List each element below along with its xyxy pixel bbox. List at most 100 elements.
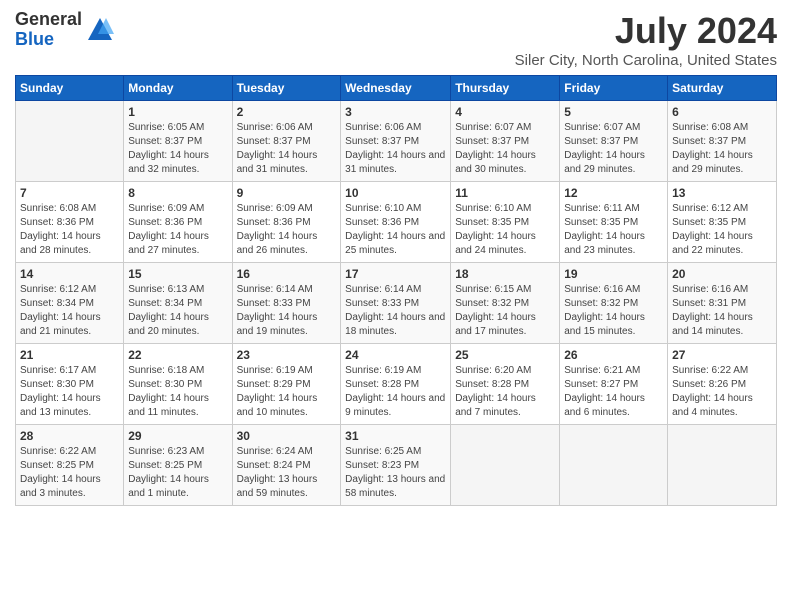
day-number: 23 <box>237 348 337 362</box>
day-number: 8 <box>128 186 227 200</box>
day-number: 14 <box>20 267 119 281</box>
day-number: 26 <box>564 348 663 362</box>
day-info: Sunrise: 6:20 AMSunset: 8:28 PMDaylight:… <box>455 365 536 418</box>
cell-w1-d6: 13 Sunrise: 6:12 AMSunset: 8:35 PMDaylig… <box>668 182 777 263</box>
day-number: 22 <box>128 348 227 362</box>
day-number: 31 <box>345 429 446 443</box>
cell-w1-d4: 11 Sunrise: 6:10 AMSunset: 8:35 PMDaylig… <box>451 182 560 263</box>
day-number: 19 <box>564 267 663 281</box>
header-saturday: Saturday <box>668 76 777 101</box>
day-info: Sunrise: 6:06 AMSunset: 8:37 PMDaylight:… <box>345 122 445 175</box>
day-info: Sunrise: 6:16 AMSunset: 8:31 PMDaylight:… <box>672 284 753 337</box>
day-info: Sunrise: 6:25 AMSunset: 8:23 PMDaylight:… <box>345 446 445 499</box>
logo: General Blue <box>15 10 114 50</box>
day-number: 3 <box>345 105 446 119</box>
day-number: 10 <box>345 186 446 200</box>
header-wednesday: Wednesday <box>341 76 451 101</box>
day-info: Sunrise: 6:21 AMSunset: 8:27 PMDaylight:… <box>564 365 645 418</box>
cell-w4-d6 <box>668 425 777 506</box>
day-number: 4 <box>455 105 555 119</box>
day-number: 13 <box>672 186 772 200</box>
week-row-2: 14 Sunrise: 6:12 AMSunset: 8:34 PMDaylig… <box>16 263 777 344</box>
cell-w4-d4 <box>451 425 560 506</box>
header-monday: Monday <box>124 76 232 101</box>
day-info: Sunrise: 6:23 AMSunset: 8:25 PMDaylight:… <box>128 446 209 499</box>
day-info: Sunrise: 6:08 AMSunset: 8:37 PMDaylight:… <box>672 122 753 175</box>
cell-w4-d3: 31 Sunrise: 6:25 AMSunset: 8:23 PMDaylig… <box>341 425 451 506</box>
cell-w3-d3: 24 Sunrise: 6:19 AMSunset: 8:28 PMDaylig… <box>341 344 451 425</box>
day-info: Sunrise: 6:24 AMSunset: 8:24 PMDaylight:… <box>237 446 318 499</box>
day-info: Sunrise: 6:16 AMSunset: 8:32 PMDaylight:… <box>564 284 645 337</box>
day-info: Sunrise: 6:17 AMSunset: 8:30 PMDaylight:… <box>20 365 101 418</box>
day-info: Sunrise: 6:09 AMSunset: 8:36 PMDaylight:… <box>128 203 209 256</box>
logo-icon <box>86 16 114 44</box>
cell-w1-d2: 9 Sunrise: 6:09 AMSunset: 8:36 PMDayligh… <box>232 182 341 263</box>
cell-w1-d3: 10 Sunrise: 6:10 AMSunset: 8:36 PMDaylig… <box>341 182 451 263</box>
day-number: 27 <box>672 348 772 362</box>
subtitle: Siler City, North Carolina, United State… <box>515 52 777 69</box>
day-info: Sunrise: 6:10 AMSunset: 8:35 PMDaylight:… <box>455 203 536 256</box>
day-number: 6 <box>672 105 772 119</box>
day-info: Sunrise: 6:12 AMSunset: 8:35 PMDaylight:… <box>672 203 753 256</box>
week-row-4: 28 Sunrise: 6:22 AMSunset: 8:25 PMDaylig… <box>16 425 777 506</box>
header: General Blue July 2024 Siler City, North… <box>15 10 777 69</box>
cell-w1-d1: 8 Sunrise: 6:09 AMSunset: 8:36 PMDayligh… <box>124 182 232 263</box>
cell-w3-d5: 26 Sunrise: 6:21 AMSunset: 8:27 PMDaylig… <box>560 344 668 425</box>
cell-w2-d3: 17 Sunrise: 6:14 AMSunset: 8:33 PMDaylig… <box>341 263 451 344</box>
day-info: Sunrise: 6:11 AMSunset: 8:35 PMDaylight:… <box>564 203 645 256</box>
day-number: 21 <box>20 348 119 362</box>
day-info: Sunrise: 6:07 AMSunset: 8:37 PMDaylight:… <box>564 122 645 175</box>
cell-w4-d2: 30 Sunrise: 6:24 AMSunset: 8:24 PMDaylig… <box>232 425 341 506</box>
week-row-1: 7 Sunrise: 6:08 AMSunset: 8:36 PMDayligh… <box>16 182 777 263</box>
cell-w0-d0 <box>16 101 124 182</box>
day-info: Sunrise: 6:15 AMSunset: 8:32 PMDaylight:… <box>455 284 536 337</box>
day-info: Sunrise: 6:13 AMSunset: 8:34 PMDaylight:… <box>128 284 209 337</box>
day-info: Sunrise: 6:08 AMSunset: 8:36 PMDaylight:… <box>20 203 101 256</box>
page-container: General Blue July 2024 Siler City, North… <box>0 0 792 516</box>
logo-blue: Blue <box>15 30 82 50</box>
day-info: Sunrise: 6:09 AMSunset: 8:36 PMDaylight:… <box>237 203 318 256</box>
cell-w2-d0: 14 Sunrise: 6:12 AMSunset: 8:34 PMDaylig… <box>16 263 124 344</box>
logo-text: General Blue <box>15 10 82 50</box>
day-info: Sunrise: 6:07 AMSunset: 8:37 PMDaylight:… <box>455 122 536 175</box>
cell-w3-d0: 21 Sunrise: 6:17 AMSunset: 8:30 PMDaylig… <box>16 344 124 425</box>
day-number: 28 <box>20 429 119 443</box>
day-number: 18 <box>455 267 555 281</box>
day-info: Sunrise: 6:18 AMSunset: 8:30 PMDaylight:… <box>128 365 209 418</box>
day-number: 12 <box>564 186 663 200</box>
cell-w0-d3: 3 Sunrise: 6:06 AMSunset: 8:37 PMDayligh… <box>341 101 451 182</box>
day-info: Sunrise: 6:22 AMSunset: 8:26 PMDaylight:… <box>672 365 753 418</box>
day-info: Sunrise: 6:10 AMSunset: 8:36 PMDaylight:… <box>345 203 445 256</box>
day-number: 7 <box>20 186 119 200</box>
cell-w1-d0: 7 Sunrise: 6:08 AMSunset: 8:36 PMDayligh… <box>16 182 124 263</box>
logo-general: General <box>15 10 82 30</box>
header-sunday: Sunday <box>16 76 124 101</box>
cell-w0-d5: 5 Sunrise: 6:07 AMSunset: 8:37 PMDayligh… <box>560 101 668 182</box>
header-tuesday: Tuesday <box>232 76 341 101</box>
cell-w4-d1: 29 Sunrise: 6:23 AMSunset: 8:25 PMDaylig… <box>124 425 232 506</box>
day-number: 29 <box>128 429 227 443</box>
cell-w1-d5: 12 Sunrise: 6:11 AMSunset: 8:35 PMDaylig… <box>560 182 668 263</box>
day-info: Sunrise: 6:14 AMSunset: 8:33 PMDaylight:… <box>237 284 318 337</box>
day-number: 25 <box>455 348 555 362</box>
cell-w4-d0: 28 Sunrise: 6:22 AMSunset: 8:25 PMDaylig… <box>16 425 124 506</box>
cell-w3-d4: 25 Sunrise: 6:20 AMSunset: 8:28 PMDaylig… <box>451 344 560 425</box>
cell-w3-d2: 23 Sunrise: 6:19 AMSunset: 8:29 PMDaylig… <box>232 344 341 425</box>
calendar-header: Sunday Monday Tuesday Wednesday Thursday… <box>16 76 777 101</box>
calendar-body: 1 Sunrise: 6:05 AMSunset: 8:37 PMDayligh… <box>16 101 777 506</box>
day-number: 17 <box>345 267 446 281</box>
day-number: 24 <box>345 348 446 362</box>
day-info: Sunrise: 6:12 AMSunset: 8:34 PMDaylight:… <box>20 284 101 337</box>
cell-w2-d5: 19 Sunrise: 6:16 AMSunset: 8:32 PMDaylig… <box>560 263 668 344</box>
day-info: Sunrise: 6:19 AMSunset: 8:28 PMDaylight:… <box>345 365 445 418</box>
cell-w2-d6: 20 Sunrise: 6:16 AMSunset: 8:31 PMDaylig… <box>668 263 777 344</box>
week-row-0: 1 Sunrise: 6:05 AMSunset: 8:37 PMDayligh… <box>16 101 777 182</box>
main-title: July 2024 <box>515 10 777 52</box>
header-friday: Friday <box>560 76 668 101</box>
day-info: Sunrise: 6:05 AMSunset: 8:37 PMDaylight:… <box>128 122 209 175</box>
cell-w0-d2: 2 Sunrise: 6:06 AMSunset: 8:37 PMDayligh… <box>232 101 341 182</box>
day-number: 20 <box>672 267 772 281</box>
title-area: July 2024 Siler City, North Carolina, Un… <box>515 10 777 69</box>
week-row-3: 21 Sunrise: 6:17 AMSunset: 8:30 PMDaylig… <box>16 344 777 425</box>
day-info: Sunrise: 6:19 AMSunset: 8:29 PMDaylight:… <box>237 365 318 418</box>
